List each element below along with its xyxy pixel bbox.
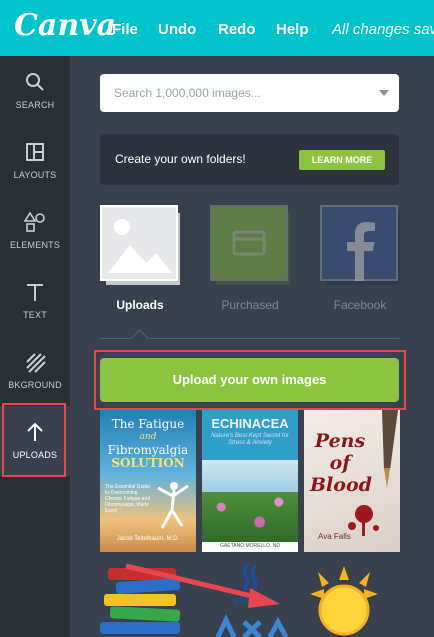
sidebar-item-label: ELEMENTS xyxy=(9,240,61,250)
tab-purchased-label: Purchased xyxy=(221,298,279,312)
uploads-highlight-box xyxy=(2,403,66,477)
facebook-icon xyxy=(320,205,400,285)
search-input[interactable]: Search 1,000,000 images... xyxy=(100,74,399,112)
image-placeholder-icon xyxy=(100,205,180,285)
book-subtitle: Nature's Best-Kept Secret for Stress & A… xyxy=(211,433,289,446)
book-title: SOLUTION xyxy=(111,456,185,470)
elements-icon xyxy=(23,211,45,232)
uploaded-image-echinacea-book[interactable]: ECHINACEA Nature's Best-Kept Secret for … xyxy=(202,410,298,552)
sidebar-item-text[interactable]: TEXT xyxy=(0,266,70,336)
book-author: GAETANO MORELLO, ND xyxy=(220,543,280,549)
sidebar-item-bkground[interactable]: BKGROUND xyxy=(0,336,70,406)
sun-clipart[interactable] xyxy=(306,566,382,637)
book-title: ECHINACEA xyxy=(211,416,289,431)
tab-facebook-label: Facebook xyxy=(333,298,387,312)
sidebar-item-search[interactable]: SEARCH xyxy=(0,56,70,126)
uploaded-image-pens-of-blood-book[interactable]: Pens of Blood Ava Falls xyxy=(304,410,400,552)
sidebar-item-elements[interactable]: ELEMENTS xyxy=(0,196,70,266)
search-placeholder: Search 1,000,000 images... xyxy=(114,86,261,100)
sidebar-item-layouts[interactable]: LAYOUTS xyxy=(0,126,70,196)
save-status: All changes saved xyxy=(332,21,434,38)
tab-facebook[interactable] xyxy=(320,205,400,285)
tab-uploads[interactable] xyxy=(100,205,180,285)
book-title: of xyxy=(329,452,351,474)
menu-redo[interactable]: Redo xyxy=(218,21,256,38)
flower-field xyxy=(202,492,298,542)
uploaded-image-fatigue-book[interactable]: The Fatigue and Fibromyalgia SOLUTION Th… xyxy=(100,410,196,552)
sidebar-item-label: TEXT xyxy=(23,310,47,320)
folders-promo-text: Create your own folders! xyxy=(115,152,246,166)
sidebar: SEARCH LAYOUTS ELEMENTS TEXT BKGROUND UP… xyxy=(0,56,70,637)
purchased-card-icon xyxy=(210,205,290,285)
book-author: Ava Falls xyxy=(318,532,351,541)
upload-button-highlight-box xyxy=(94,350,406,410)
folders-promo: Create your own folders! LEARN MORE xyxy=(100,134,399,185)
sidebar-item-label: SEARCH xyxy=(15,100,55,110)
jumping-woman-figure xyxy=(157,482,189,529)
tab-uploads-label: Uploads xyxy=(116,298,164,312)
book-author: Jacob Teitelbaum, M.D. xyxy=(116,536,180,542)
red-arrow-annotation xyxy=(125,563,280,608)
book-title: Pens xyxy=(314,430,366,452)
book-sky xyxy=(202,460,298,492)
canva-logo[interactable]: Canva xyxy=(14,8,116,43)
tab-purchased[interactable] xyxy=(210,205,290,285)
top-bar: Canva File Undo Redo Help All changes sa… xyxy=(0,0,434,56)
search-icon xyxy=(26,73,44,91)
menu-file[interactable]: File xyxy=(112,21,138,38)
book-title: Blood xyxy=(310,474,372,496)
sidebar-item-label: LAYOUTS xyxy=(13,170,57,180)
layouts-icon xyxy=(26,143,44,161)
book-title: The Fatigue xyxy=(111,417,185,431)
chevron-down-icon[interactable] xyxy=(379,90,389,96)
sidebar-item-label: BKGROUND xyxy=(8,380,62,390)
menu-undo[interactable]: Undo xyxy=(158,21,196,38)
text-icon xyxy=(27,284,43,301)
book-subtitle: The Essential Guide to Overcoming Chroni… xyxy=(105,484,151,514)
menu-help[interactable]: Help xyxy=(276,21,309,38)
background-icon xyxy=(26,353,46,373)
learn-more-button[interactable]: LEARN MORE xyxy=(299,150,385,170)
